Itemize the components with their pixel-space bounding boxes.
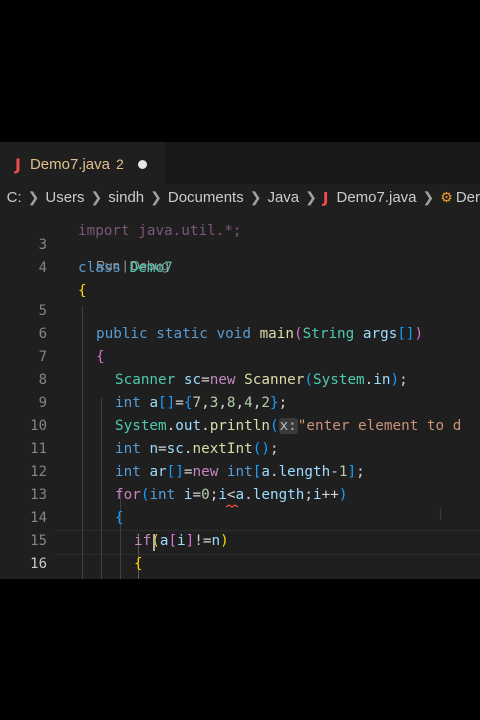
code-editor[interactable]: J Demo7.java 2 C: ❯ Users ❯ sindh ❯ Docu… — [0, 142, 480, 579]
code-line[interactable]: 10 int n=sc.nextInt(); — [0, 392, 480, 457]
text-cursor — [153, 534, 155, 551]
code-line[interactable]: 13 { — [0, 461, 480, 526]
code-line[interactable]: 11 int ar[]=new int[a.length-1]; — [0, 415, 480, 480]
code-line[interactable]: 8 int a[]={7,3,8,4,2}; — [0, 346, 480, 411]
code-line[interactable]: 5 public static void main(String args[]) — [0, 277, 480, 342]
tab-demo7-java[interactable]: J Demo7.java 2 — [0, 142, 165, 185]
current-line-highlight — [54, 530, 480, 555]
line-number: 17 — [0, 576, 47, 579]
code-line[interactable]: 6 { — [0, 300, 480, 365]
unsaved-dot-icon[interactable] — [137, 159, 147, 169]
tab-problem-count: 2 — [116, 156, 124, 172]
editor-tab-bar: J Demo7.java 2 — [0, 142, 480, 185]
code-line[interactable]: 15 { — [0, 507, 480, 572]
code-line[interactable]: 7 Scanner sc=new Scanner(System.in); — [0, 323, 480, 388]
code-line[interactable]: 17 } — [0, 553, 480, 576]
code-line[interactable]: 4 { — [0, 234, 480, 299]
code-line[interactable]: 3 class Demo7 — [0, 211, 480, 276]
code-line[interactable]: 12 for(int i=0;i<a.length;i++) — [0, 438, 480, 503]
java-file-icon: J — [15, 154, 21, 174]
error-squiggle — [226, 504, 238, 508]
code-line[interactable]: 14 if(a[i]!=n) — [0, 484, 480, 549]
code-area[interactable]: import java.util.*; Run | Debug 3 class … — [0, 211, 480, 579]
tab-filename: Demo7.java — [29, 155, 110, 173]
mouse-ibeam-icon — [439, 508, 442, 520]
code-line[interactable]: 9 System.out.println(x:"enter element to… — [0, 369, 480, 434]
